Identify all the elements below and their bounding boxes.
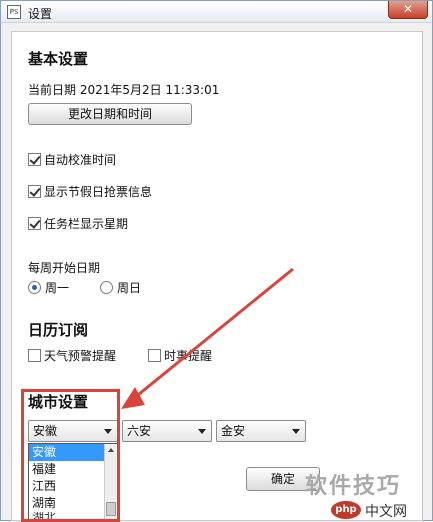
arrow-shaft	[132, 267, 294, 401]
site-name: 中文网	[365, 504, 407, 520]
settings-window: PS 设置 ✕ 基本设置 当前日期 2021年5月2日 11:33:01 更改日…	[0, 0, 433, 522]
watermark-text: 软件技巧	[305, 474, 402, 499]
annotation-arrow	[121, 267, 294, 409]
php-logo: php	[331, 501, 361, 519]
